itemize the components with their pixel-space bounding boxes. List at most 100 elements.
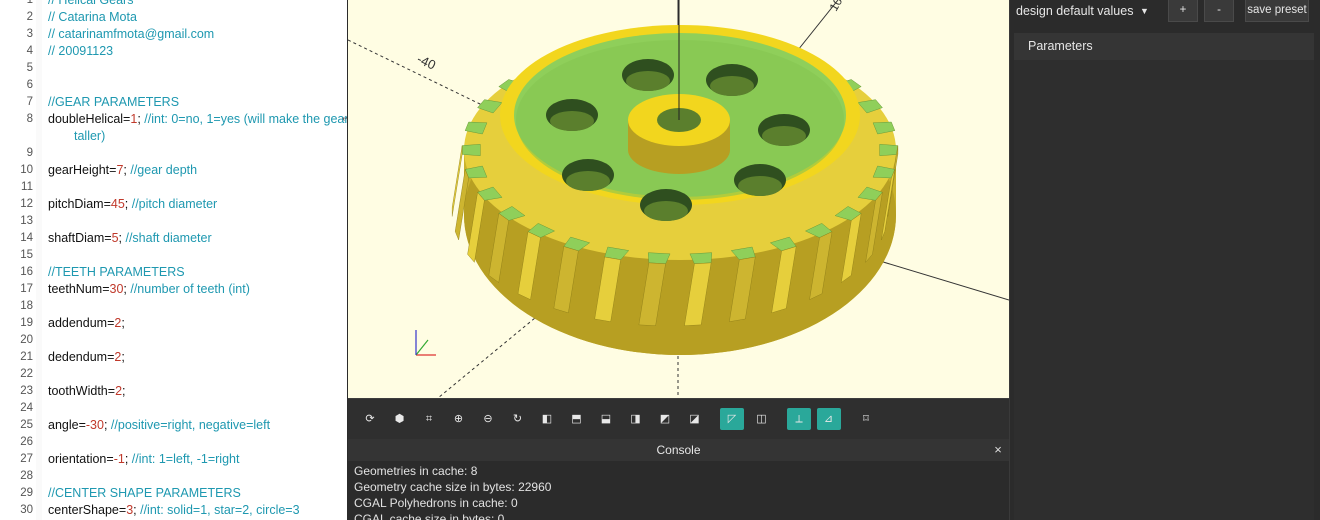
console-line: Geometries in cache: 8 — [354, 464, 478, 478]
code-text: pitchDiam=45; //pitch diameter — [48, 196, 217, 213]
view-front-button[interactable]: ◩ — [653, 408, 677, 430]
view-left-button[interactable]: ◨ — [624, 408, 648, 430]
code-line[interactable]: 21 dedendum=2; — [0, 349, 347, 366]
code-line[interactable]: 17 teethNum=30; //number of teeth (int) — [0, 281, 347, 298]
zoom-in-icon: ⊕ — [453, 413, 464, 425]
line-number: 25 — [20, 419, 33, 431]
show-scale-icon: ⊿ — [823, 413, 834, 425]
view-right-button[interactable]: ◧ — [535, 408, 559, 430]
close-icon[interactable]: × — [991, 439, 1005, 461]
show-edges-button[interactable]: ⌑ — [854, 408, 878, 430]
zoom-out-button[interactable]: ⊖ — [476, 408, 500, 430]
console-header: Console × — [348, 439, 1009, 461]
save-preset-button[interactable]: save preset — [1245, 0, 1309, 22]
code-line[interactable]: 15 — [0, 247, 347, 264]
code-line[interactable]: 25 angle=-30; //positive=right, negative=… — [0, 417, 347, 434]
code-line[interactable]: 29 //CENTER SHAPE PARAMETERS — [0, 485, 347, 502]
code-line[interactable]: 5 — [0, 60, 347, 77]
render-preview-icon: ⟳ — [365, 413, 375, 425]
code-line[interactable]: 28 — [0, 468, 347, 485]
line-number: 9 — [26, 147, 33, 159]
code-token: //int: solid=1, star=2, circle=3 — [140, 503, 300, 517]
preset-dropdown[interactable]: design default values ▼ — [1014, 0, 1158, 24]
show-scale-button[interactable]: ⊿ — [816, 408, 841, 430]
code-line[interactable]: 4 // 20091123 — [0, 43, 347, 60]
code-text: dedendum=2; — [48, 349, 125, 366]
view-toolbar: ⟳ ⬢ ⌗ ⊕ ⊖ ↻ ◧ ⬒ ⬓ ◨ ◩ ◪ ◸ ◫ ⟂ ⊿ ⌑ — [348, 398, 1009, 439]
line-number: 19 — [20, 317, 33, 329]
line-number: 5 — [26, 62, 33, 74]
view-top-button[interactable]: ⬒ — [565, 408, 589, 430]
code-line[interactable]: 2 // Catarina Mota — [0, 9, 347, 26]
code-text: toothWidth=2; — [48, 383, 126, 400]
code-line[interactable]: 1 // Helical Gears — [0, 0, 347, 9]
code-line[interactable]: 13 — [0, 213, 347, 230]
code-line[interactable]: 30 centerShape=3; //int: solid=1, star=2,… — [0, 502, 347, 519]
code-text: // catarinamfmota@gmail.com — [48, 26, 214, 43]
code-line[interactable]: 26 — [0, 434, 347, 451]
show-edges-icon: ⌑ — [863, 413, 869, 425]
code-token: ; — [103, 418, 111, 432]
code-token: addendum= — [48, 316, 115, 330]
code-line[interactable]: 8 doubleHelical=1; //int: 0=no, 1=yes (wi… — [0, 111, 347, 128]
orthogonal-button[interactable]: ◫ — [750, 408, 774, 430]
code-line[interactable]: 19 addendum=2; — [0, 315, 347, 332]
console-line: CGAL cache size in bytes: 0 — [354, 512, 505, 520]
line-number: 1 — [26, 0, 33, 6]
code-line[interactable]: 24 — [0, 400, 347, 417]
parameters-body — [1014, 60, 1314, 520]
code-line[interactable]: 20 — [0, 332, 347, 349]
code-text: angle=-30; //positive=right, negative=le… — [48, 417, 270, 434]
view-bottom-button[interactable]: ⬓ — [594, 408, 618, 430]
code-token: // catarinamfmota@gmail.com — [48, 27, 215, 41]
add-preset-button[interactable]: + — [1168, 0, 1198, 22]
render-button[interactable]: ⬢ — [388, 408, 412, 430]
code-text: doubleHelical=1; //int: 0=no, 1=yes (wil… — [48, 111, 347, 128]
code-line[interactable]: 7 //GEAR PARAMETERS — [0, 94, 347, 111]
code-line[interactable]: 23 toothWidth=2; — [0, 383, 347, 400]
code-line[interactable]: 9 — [0, 145, 347, 162]
code-line[interactable]: 16 //TEETH PARAMETERS — [0, 264, 347, 281]
code-line[interactable]: 18 — [0, 298, 347, 315]
code-token: ; — [121, 350, 125, 364]
show-axes-button[interactable]: ⟂ — [787, 408, 811, 430]
customizer-panel: design default values ▼ + - save preset … — [1009, 0, 1320, 520]
code-token: 45 — [110, 197, 125, 211]
view-all-button[interactable]: ⌗ — [417, 408, 441, 430]
code-line[interactable]: 14 shaftDiam=5; //shaft diameter — [0, 230, 347, 247]
reset-view-button[interactable]: ↻ — [506, 408, 530, 430]
view-back-icon: ◪ — [689, 413, 700, 425]
remove-preset-button[interactable]: - — [1204, 0, 1234, 22]
code-line[interactable]: 22 — [0, 366, 347, 383]
preset-value: design default values — [1016, 4, 1134, 18]
view-back-button[interactable]: ◪ — [683, 408, 707, 430]
code-token: pitchDiam= — [48, 197, 111, 211]
render-icon: ⬢ — [394, 413, 405, 425]
code-line[interactable]: 6 — [0, 77, 347, 94]
code-line[interactable]: 10 gearHeight=7; //gear depth — [0, 162, 347, 179]
view-all-icon: ⌗ — [425, 413, 433, 425]
zoom-in-button[interactable]: ⊕ — [447, 408, 471, 430]
view-right-icon: ◧ — [541, 413, 553, 425]
parameters-header[interactable]: Parameters — [1014, 33, 1314, 60]
3d-viewport[interactable]: -40 10 — [348, 0, 1009, 398]
code-line[interactable]: 11 — [0, 179, 347, 196]
code-text: teethNum=30; //number of teeth (int) — [48, 281, 250, 298]
axis-gizmo — [415, 330, 436, 356]
line-number: 23 — [20, 385, 33, 397]
code-wrap-text: taller) — [74, 129, 106, 143]
code-line[interactable]: 27 orientation=-1; //int: 1=left, -1=righ… — [0, 451, 347, 468]
code-token: //TEETH PARAMETERS — [48, 265, 185, 279]
chevron-down-icon: ▼ — [1140, 6, 1149, 16]
code-token: doubleHelical= — [48, 112, 131, 126]
code-token: toothWidth= — [48, 384, 116, 398]
line-number: 6 — [26, 79, 33, 91]
console-title: Console — [656, 443, 701, 457]
line-number: 20 — [20, 334, 33, 346]
render-preview-button[interactable]: ⟳ — [358, 408, 382, 430]
code-line[interactable]: 12 pitchDiam=45; //pitch diameter — [0, 196, 347, 213]
code-editor[interactable]: 1 // Helical Gears 2 // Catarina Mota 3 // ca… — [0, 0, 347, 520]
line-number: 15 — [20, 249, 33, 261]
perspective-button[interactable]: ◸ — [720, 408, 744, 430]
code-line[interactable]: 3 // catarinamfmota@gmail.com — [0, 26, 347, 43]
